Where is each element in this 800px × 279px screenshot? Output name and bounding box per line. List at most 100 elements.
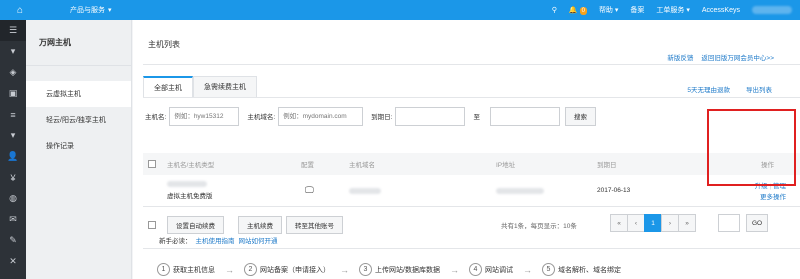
header-config: 配置 xyxy=(301,162,314,169)
arrow-right-icon: → xyxy=(225,264,234,275)
website-setup-link[interactable]: 网站如何开通 xyxy=(239,235,278,245)
export-list-link[interactable]: 导出列表 xyxy=(746,84,772,94)
table-header: 主机名/主机类型 配置 主机域名 IP地址 到期日 操作 xyxy=(143,153,800,175)
transfer-account-button[interactable]: 转至其他账号 xyxy=(286,216,343,234)
help-label: 帮助 xyxy=(598,7,613,14)
arrow-right-icon: → xyxy=(449,264,459,275)
header-ip-address: IP地址 xyxy=(496,162,516,169)
pagination-summary: 共有1条，每页显示：10条 xyxy=(501,223,577,230)
title-divider xyxy=(143,64,800,65)
step-4-number: 4 xyxy=(468,263,482,276)
step-3-number: 3 xyxy=(359,263,372,276)
step-2-number: 2 xyxy=(244,263,257,276)
renew-button[interactable]: 主机续费 xyxy=(238,216,282,234)
user-icon[interactable]: 👤 xyxy=(0,146,26,167)
host-name-input[interactable] xyxy=(169,106,240,126)
header-expiry-date: 到期日 xyxy=(597,162,617,169)
accesskeys-link[interactable]: AccessKeys xyxy=(702,7,740,14)
ip-address-redacted xyxy=(496,187,544,194)
expiry-date: 2017-06-13 xyxy=(597,187,631,194)
step-5-number: 5 xyxy=(541,263,555,276)
host-usage-guide-link[interactable]: 主机使用指南 xyxy=(196,235,235,245)
page-1-button[interactable]: 1 xyxy=(644,214,662,232)
arrow-right-icon: → xyxy=(340,264,349,275)
mail-icon[interactable]: ✉ xyxy=(0,209,26,230)
step-4-label: 网站调试 xyxy=(484,266,513,274)
step-2-label: 网站备案（申请接入） xyxy=(260,266,330,274)
home-icon[interactable]: ⌂ xyxy=(0,0,40,20)
guide-prefix: 新手必读： xyxy=(159,238,192,245)
sidebar-title: 万网主机 xyxy=(26,20,131,66)
ticket-menu[interactable]: 工单服务 ▾ xyxy=(656,5,689,15)
products-services-label: 产品与服务 xyxy=(70,7,105,14)
sidebar-item-cloud-virtual-host[interactable]: 云虚拟主机 xyxy=(26,81,131,107)
edit-icon[interactable]: ✎ xyxy=(0,230,26,251)
tools-icon[interactable]: ✕ xyxy=(0,251,26,272)
go-button[interactable]: GO xyxy=(746,214,769,232)
back-to-old-version-link[interactable]: 返回旧版万网会员中心>> xyxy=(701,52,774,62)
footer-select-checkbox[interactable] xyxy=(148,221,156,229)
money-icon[interactable]: ¥ xyxy=(0,167,26,188)
top-nav-bar: ⌂ 产品与服务 ▾ ⚲ 🔔 0 帮助 ▾ 备案 工单服务 ▾ AccessKeys xyxy=(0,0,800,20)
auto-renew-button[interactable]: 设置自动续费 xyxy=(167,216,224,234)
header-host-name-type: 主机名/主机类型 xyxy=(167,162,215,169)
refund-link[interactable]: 5天无理由退款 xyxy=(687,84,730,94)
help-menu[interactable]: 帮助 ▾ xyxy=(599,5,618,15)
ticket-label: 工单服务 xyxy=(656,7,685,14)
collapse-chevron-icon[interactable]: ▾ xyxy=(0,41,26,62)
user-account-menu[interactable] xyxy=(752,6,792,14)
search-form: 主机名: 主机域名: 到期日: 至 搜索 xyxy=(145,106,800,126)
arrow-right-icon: → xyxy=(522,264,532,275)
prev-page-button[interactable]: ‹ xyxy=(627,214,645,232)
notification-badge: 0 xyxy=(579,6,587,15)
products-services-menu[interactable]: 产品与服务 ▾ xyxy=(70,5,112,15)
storage-icon[interactable]: ▣ xyxy=(0,83,26,104)
step-3-label: 上传网站/数据库数据 xyxy=(375,266,440,274)
more-actions-link[interactable]: 更多操作 xyxy=(760,191,786,201)
monitor-icon: 🖵 xyxy=(305,185,314,195)
setup-steps: 1 获取主机信息 → 2 网站备案（申请接入） → 3 上传网站/数据库数据 → 4网… xyxy=(157,263,621,276)
expand-chevron-icon[interactable]: ▾ xyxy=(0,125,26,146)
host-domain-redacted xyxy=(349,187,381,194)
host-name-label: 主机名: xyxy=(145,114,167,121)
expiry-end-input[interactable] xyxy=(489,106,560,126)
header-host-domain: 主机域名 xyxy=(349,162,375,169)
step-1-label: 获取主机信息 xyxy=(173,266,215,274)
last-page-button[interactable]: » xyxy=(678,214,696,232)
cloud-server-icon[interactable]: ◈ xyxy=(0,62,26,83)
search-button[interactable]: 搜索 xyxy=(564,106,596,126)
tab-divider xyxy=(143,97,800,98)
feedback-link[interactable]: 新版反馈 xyxy=(667,52,693,62)
tab-all-hosts[interactable]: 全部主机 xyxy=(143,76,193,97)
filing-link[interactable]: 备案 xyxy=(630,5,644,15)
host-type: 虚拟主机免费版 xyxy=(167,193,213,200)
host-domain-input[interactable] xyxy=(278,106,364,126)
search-icon[interactable]: ⚲ xyxy=(552,6,557,14)
chevron-down-icon: ▾ xyxy=(108,7,112,14)
list-icon[interactable]: ≡ xyxy=(0,104,26,125)
next-page-button[interactable]: › xyxy=(661,214,679,232)
menu-toggle-icon[interactable]: ☰ xyxy=(0,20,26,41)
icon-sidebar: ☰ ▾ ◈ ▣ ≡ ▾ 👤 ¥ ◍ ✉ ✎ ✕ xyxy=(0,20,26,279)
range-to-label: 至 xyxy=(473,114,480,121)
table-row: 虚拟主机免费版 🖵 2017-06-13 升级 | 管理 更多操作 xyxy=(143,175,800,207)
host-tabs: 全部主机 急需续费主机 xyxy=(143,76,257,97)
select-all-checkbox[interactable] xyxy=(148,160,156,168)
step-1-number: 1 xyxy=(157,263,170,276)
sidebar-item-dedicated-host[interactable]: 轻云/阳云/独享主机 xyxy=(26,107,131,133)
host-name-redacted xyxy=(167,181,207,187)
step-5-label: 域名解析、域名绑定 xyxy=(557,266,621,274)
product-sidebar: 万网主机 云虚拟主机 轻云/阳云/独享主机 操作记录 xyxy=(26,20,132,279)
highlight-box xyxy=(707,109,796,186)
notification-bell[interactable]: 🔔 0 xyxy=(569,6,587,15)
expiry-label: 到期日: xyxy=(371,114,393,121)
sidebar-item-operation-log[interactable]: 操作记录 xyxy=(26,133,131,159)
pagination: « ‹ 1 › » xyxy=(610,214,696,232)
tab-renewal-needed[interactable]: 急需续费主机 xyxy=(193,76,257,97)
first-page-button[interactable]: « xyxy=(610,214,628,232)
expiry-start-input[interactable] xyxy=(395,106,466,126)
host-domain-label: 主机域名: xyxy=(247,114,276,121)
globe-icon[interactable]: ◍ xyxy=(0,188,26,209)
page-number-input[interactable] xyxy=(718,214,740,232)
main-content: 主机列表 新版反馈 返回旧版万网会员中心>> 全部主机 急需续费主机 5天无理由… xyxy=(133,20,800,279)
